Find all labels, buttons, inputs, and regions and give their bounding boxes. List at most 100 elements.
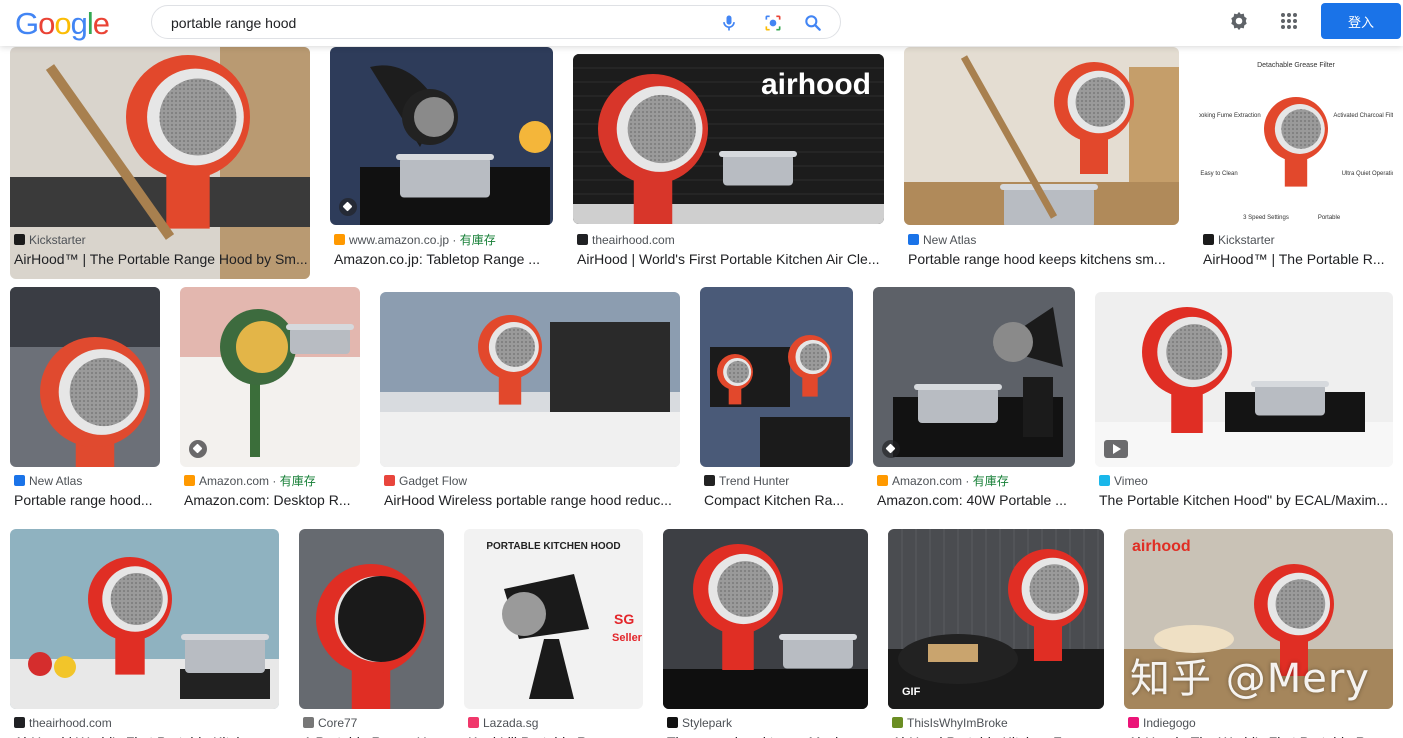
logo-letter: G	[15, 6, 39, 41]
image-thumbnail[interactable]	[299, 529, 444, 709]
result-title-link[interactable]: AirHood - The World's First Portable Ra.…	[1128, 733, 1393, 738]
image-result-card[interactable]: Vimeo The Portable Kitchen Hood" by ECAL/…	[1095, 287, 1393, 511]
result-source[interactable]: www.amazon.co.jp · 有庫存	[334, 232, 496, 248]
result-title-link[interactable]: The range hood to go: Maxi...	[667, 733, 868, 738]
result-title-link[interactable]: The Portable Kitchen Hood" by ECAL/Maxim…	[1099, 491, 1393, 509]
result-source[interactable]: New Atlas	[14, 473, 82, 489]
result-title-link[interactable]: Portable range hood keeps kitchens sm...	[908, 250, 1179, 268]
result-title-link[interactable]: AirHood | World's First Portable Kitch..…	[14, 733, 279, 738]
image-result-card[interactable]: PORTABLE KITCHEN HOOD SG Seller Lazada.sg…	[464, 529, 643, 738]
in-stock-label: 有庫存	[972, 474, 1009, 488]
thumbnail-image	[663, 529, 868, 709]
result-title-link[interactable]: AirHood™ | The Portable Range Hood by Sm…	[14, 250, 310, 268]
image-thumbnail[interactable]	[663, 529, 868, 709]
result-source[interactable]: Amazon.com · 有庫存	[184, 473, 316, 489]
image-result-card[interactable]: Core77 A Portable Range Hoo...	[299, 529, 444, 738]
image-result-card[interactable]: theairhood.com AirHood | World's First Po…	[10, 529, 279, 738]
gear-icon[interactable]	[1228, 10, 1250, 32]
thumbnail-image	[380, 292, 680, 467]
thumbnail-image	[180, 287, 360, 467]
result-title-link[interactable]: Amazon.co.jp: Tabletop Range ...	[334, 250, 553, 268]
kickstarter-icon	[14, 234, 25, 245]
search-icon[interactable]	[803, 13, 823, 33]
video-badge-icon	[1104, 440, 1128, 458]
source-name: theairhood.com	[29, 716, 112, 730]
image-thumbnail[interactable]: PORTABLE KITCHEN HOOD SG Seller	[464, 529, 643, 709]
image-result-card[interactable]: www.amazon.co.jp · 有庫存 Amazon.co.jp: Tabl…	[330, 47, 553, 270]
image-thumbnail[interactable]	[380, 292, 680, 467]
image-result-card[interactable]: Gadget Flow AirHood Wireless portable ran…	[380, 287, 680, 511]
image-thumbnail[interactable]	[330, 47, 553, 225]
airhood-icon	[577, 234, 588, 245]
result-source[interactable]: Lazada.sg	[468, 715, 538, 731]
image-thumbnail[interactable]	[10, 287, 160, 467]
result-source[interactable]: Core77	[303, 715, 357, 731]
image-result-card[interactable]: Kickstarter AirHood™ | The Portable Range…	[10, 47, 310, 279]
image-result-card[interactable]: Amazon.com · 有庫存 Amazon.com: 40W Portable…	[873, 287, 1075, 511]
result-source[interactable]: theairhood.com	[577, 232, 675, 248]
result-source[interactable]: Amazon.com · 有庫存	[877, 473, 1009, 489]
result-title-link[interactable]: Amazon.com: 40W Portable ...	[877, 491, 1075, 509]
source-name: Vimeo	[1114, 474, 1148, 488]
image-thumbnail[interactable]: airhood	[573, 54, 884, 224]
source-name: Amazon.com	[892, 474, 963, 488]
sign-in-button[interactable]: 登入	[1321, 3, 1401, 39]
svg-text:Activated Charcoal Filter: Activated Charcoal Filter	[1333, 113, 1393, 119]
image-thumbnail[interactable]: Detachable Grease Filter Cooking Fume Ex…	[1199, 47, 1393, 225]
result-title-link[interactable]: AirHood™ | The Portable R...	[1203, 250, 1393, 268]
result-title-link[interactable]: Compact Kitchen Ra...	[704, 491, 853, 509]
search-box[interactable]	[151, 5, 841, 39]
result-title-link[interactable]: Amazon.com: Desktop R...	[184, 491, 360, 509]
result-source[interactable]: New Atlas	[908, 232, 976, 248]
thumbnail-image	[700, 287, 853, 467]
image-thumbnail[interactable]	[180, 287, 360, 467]
microphone-icon[interactable]	[719, 13, 739, 33]
source-name: Kickstarter	[29, 233, 86, 247]
image-result-card[interactable]: Stylepark The range hood to go: Maxi...	[663, 529, 868, 738]
result-source[interactable]: theairhood.com	[14, 715, 112, 731]
image-thumbnail[interactable]	[10, 529, 279, 709]
result-title-link[interactable]: AirHood | World's First Portable Kitchen…	[577, 250, 884, 268]
google-logo[interactable]: Google	[15, 6, 110, 42]
result-source[interactable]: Kickstarter	[1203, 232, 1275, 248]
image-result-card[interactable]: New Atlas Portable range hood keeps kitch…	[904, 47, 1179, 270]
svg-text:PORTABLE KITCHEN HOOD: PORTABLE KITCHEN HOOD	[486, 541, 620, 552]
image-result-card[interactable]: Amazon.com · 有庫存 Amazon.com: Desktop R...	[180, 287, 360, 511]
in-stock-label: 有庫存	[279, 474, 316, 488]
result-title-link[interactable]: AirHood Wireless portable range hood red…	[384, 491, 680, 509]
image-result-card[interactable]: GIF ThisIsWhyImBroke AirHood Portable Kitc…	[888, 529, 1104, 738]
result-source[interactable]: Kickstarter	[14, 232, 86, 248]
result-source[interactable]: Stylepark	[667, 715, 732, 731]
image-thumbnail[interactable]	[873, 287, 1075, 467]
result-source[interactable]: Indiegogo	[1128, 715, 1196, 731]
thumbnail-image	[10, 529, 279, 709]
result-source[interactable]: Gadget Flow	[384, 473, 467, 489]
image-thumbnail[interactable]: GIF	[888, 529, 1104, 709]
result-title-link[interactable]: A Portable Range Hoo...	[303, 733, 444, 738]
image-result-card[interactable]: Detachable Grease Filter Cooking Fume Ex…	[1199, 47, 1393, 270]
result-source[interactable]: Vimeo	[1099, 473, 1148, 489]
image-thumbnail[interactable]	[700, 287, 853, 467]
image-result-card[interactable]: New Atlas Portable range hood...	[10, 287, 160, 511]
amazon-icon	[334, 234, 345, 245]
result-title-link[interactable]: Kopi Lili Portable Ra...	[468, 733, 643, 738]
kickstarter-icon	[1203, 234, 1214, 245]
image-thumbnail[interactable]	[904, 47, 1179, 225]
image-result-card[interactable]: Trend Hunter Compact Kitchen Ra...	[700, 287, 853, 511]
image-result-card[interactable]: airhood theairhood.com AirHood | World's F…	[573, 47, 884, 270]
camera-lens-icon[interactable]	[763, 13, 783, 33]
svg-text:SG: SG	[614, 611, 634, 627]
search-input[interactable]	[171, 12, 691, 34]
newatlas-icon	[14, 475, 25, 486]
result-title-link[interactable]: Portable range hood...	[14, 491, 160, 509]
image-thumbnail[interactable]	[1095, 292, 1393, 467]
result-source[interactable]: ThisIsWhyImBroke	[892, 715, 1008, 731]
separator-dot: ·	[962, 474, 973, 488]
gadgetflow-icon	[384, 475, 395, 486]
result-source[interactable]: Trend Hunter	[704, 473, 789, 489]
amazon-icon	[184, 475, 195, 486]
image-result-card[interactable]: airhood Indiegogo AirHood - The World's Fi…	[1124, 529, 1393, 738]
apps-grid-icon[interactable]	[1280, 12, 1298, 30]
result-title-link[interactable]: AirHood Portable Kitchen Fu...	[892, 733, 1104, 738]
source-name: New Atlas	[29, 474, 83, 488]
